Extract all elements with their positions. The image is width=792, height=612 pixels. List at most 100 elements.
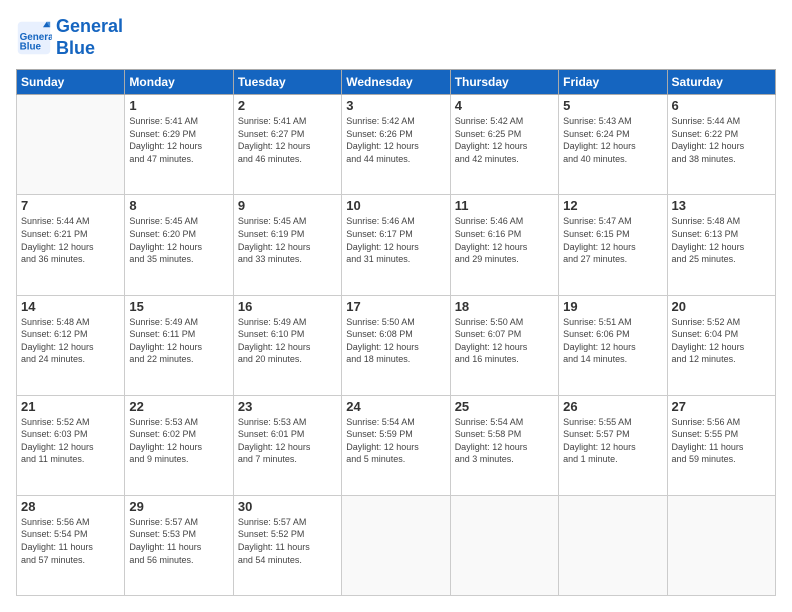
day-info: Sunrise: 5:52 AM Sunset: 6:03 PM Dayligh… xyxy=(21,416,120,466)
day-info: Sunrise: 5:57 AM Sunset: 5:53 PM Dayligh… xyxy=(129,516,228,566)
day-info: Sunrise: 5:48 AM Sunset: 6:12 PM Dayligh… xyxy=(21,316,120,366)
calendar-cell: 23 Sunrise: 5:53 AM Sunset: 6:01 PM Dayli… xyxy=(233,395,341,495)
weekday-header-thursday: Thursday xyxy=(450,70,558,95)
calendar-cell: 19Sunrise: 5:51 AM Sunset: 6:06 PM Dayli… xyxy=(559,295,667,395)
page: General Blue General Blue SundayMondayTu… xyxy=(0,0,792,612)
day-number: 15 xyxy=(129,299,228,314)
calendar-cell: 12 Sunrise: 5:47 AM Sunset: 6:15 PM Dayli… xyxy=(559,195,667,295)
calendar-cell: 14 Sunrise: 5:48 AM Sunset: 6:12 PM Dayli… xyxy=(17,295,125,395)
calendar: SundayMondayTuesdayWednesdayThursdayFrid… xyxy=(16,69,776,596)
day-info: Sunrise: 5:53 AM Sunset: 6:01 PM Dayligh… xyxy=(238,416,337,466)
day-info: Sunrise: 5:42 AM Sunset: 6:25 PM Dayligh… xyxy=(455,115,554,165)
calendar-cell: 30Sunrise: 5:57 AM Sunset: 5:52 PM Dayli… xyxy=(233,495,341,595)
calendar-cell xyxy=(17,95,125,195)
calendar-cell: 22 Sunrise: 5:53 AM Sunset: 6:02 PM Dayli… xyxy=(125,395,233,495)
weekday-header-friday: Friday xyxy=(559,70,667,95)
day-info: Sunrise: 5:49 AM Sunset: 6:10 PM Dayligh… xyxy=(238,316,337,366)
day-number: 2 xyxy=(238,98,337,113)
calendar-cell: 10 Sunrise: 5:46 AM Sunset: 6:17 PM Dayli… xyxy=(342,195,450,295)
day-number: 7 xyxy=(21,198,120,213)
calendar-cell: 13 Sunrise: 5:48 AM Sunset: 6:13 PM Dayli… xyxy=(667,195,775,295)
day-number: 20 xyxy=(672,299,771,314)
week-row-3: 14 Sunrise: 5:48 AM Sunset: 6:12 PM Dayli… xyxy=(17,295,776,395)
weekday-header-tuesday: Tuesday xyxy=(233,70,341,95)
week-row-4: 21Sunrise: 5:52 AM Sunset: 6:03 PM Dayli… xyxy=(17,395,776,495)
day-info: Sunrise: 5:50 AM Sunset: 6:07 PM Dayligh… xyxy=(455,316,554,366)
calendar-cell: 20Sunrise: 5:52 AM Sunset: 6:04 PM Dayli… xyxy=(667,295,775,395)
day-info: Sunrise: 5:42 AM Sunset: 6:26 PM Dayligh… xyxy=(346,115,445,165)
calendar-cell: 18 Sunrise: 5:50 AM Sunset: 6:07 PM Dayli… xyxy=(450,295,558,395)
header: General Blue General Blue xyxy=(16,16,776,59)
day-number: 4 xyxy=(455,98,554,113)
day-number: 5 xyxy=(563,98,662,113)
day-number: 27 xyxy=(672,399,771,414)
day-info: Sunrise: 5:45 AM Sunset: 6:20 PM Dayligh… xyxy=(129,215,228,265)
logo: General Blue General Blue xyxy=(16,16,123,59)
day-number: 8 xyxy=(129,198,228,213)
logo-line1: General xyxy=(56,16,123,38)
day-info: Sunrise: 5:51 AM Sunset: 6:06 PM Dayligh… xyxy=(563,316,662,366)
day-info: Sunrise: 5:55 AM Sunset: 5:57 PM Dayligh… xyxy=(563,416,662,466)
day-number: 11 xyxy=(455,198,554,213)
calendar-cell: 7Sunrise: 5:44 AM Sunset: 6:21 PM Daylig… xyxy=(17,195,125,295)
calendar-cell xyxy=(559,495,667,595)
logo-line2: Blue xyxy=(56,38,123,60)
day-number: 3 xyxy=(346,98,445,113)
day-info: Sunrise: 5:45 AM Sunset: 6:19 PM Dayligh… xyxy=(238,215,337,265)
day-number: 14 xyxy=(21,299,120,314)
day-number: 18 xyxy=(455,299,554,314)
calendar-cell: 24Sunrise: 5:54 AM Sunset: 5:59 PM Dayli… xyxy=(342,395,450,495)
day-number: 6 xyxy=(672,98,771,113)
logo-text: General Blue xyxy=(56,16,123,59)
day-info: Sunrise: 5:54 AM Sunset: 5:58 PM Dayligh… xyxy=(455,416,554,466)
calendar-cell xyxy=(667,495,775,595)
day-info: Sunrise: 5:47 AM Sunset: 6:15 PM Dayligh… xyxy=(563,215,662,265)
calendar-cell: 15 Sunrise: 5:49 AM Sunset: 6:11 PM Dayli… xyxy=(125,295,233,395)
calendar-cell: 16 Sunrise: 5:49 AM Sunset: 6:10 PM Dayli… xyxy=(233,295,341,395)
week-row-2: 7Sunrise: 5:44 AM Sunset: 6:21 PM Daylig… xyxy=(17,195,776,295)
day-number: 17 xyxy=(346,299,445,314)
week-row-1: 1Sunrise: 5:41 AM Sunset: 6:29 PM Daylig… xyxy=(17,95,776,195)
weekday-header-sunday: Sunday xyxy=(17,70,125,95)
calendar-cell: 9Sunrise: 5:45 AM Sunset: 6:19 PM Daylig… xyxy=(233,195,341,295)
day-number: 23 xyxy=(238,399,337,414)
day-info: Sunrise: 5:46 AM Sunset: 6:17 PM Dayligh… xyxy=(346,215,445,265)
day-info: Sunrise: 5:49 AM Sunset: 6:11 PM Dayligh… xyxy=(129,316,228,366)
day-info: Sunrise: 5:48 AM Sunset: 6:13 PM Dayligh… xyxy=(672,215,771,265)
day-info: Sunrise: 5:41 AM Sunset: 6:27 PM Dayligh… xyxy=(238,115,337,165)
calendar-cell: 29 Sunrise: 5:57 AM Sunset: 5:53 PM Dayli… xyxy=(125,495,233,595)
day-number: 29 xyxy=(129,499,228,514)
calendar-cell: 28Sunrise: 5:56 AM Sunset: 5:54 PM Dayli… xyxy=(17,495,125,595)
weekday-header-saturday: Saturday xyxy=(667,70,775,95)
day-number: 10 xyxy=(346,198,445,213)
calendar-cell: 21Sunrise: 5:52 AM Sunset: 6:03 PM Dayli… xyxy=(17,395,125,495)
weekday-header-wednesday: Wednesday xyxy=(342,70,450,95)
day-number: 12 xyxy=(563,198,662,213)
calendar-cell: 6 Sunrise: 5:44 AM Sunset: 6:22 PM Daylig… xyxy=(667,95,775,195)
day-info: Sunrise: 5:53 AM Sunset: 6:02 PM Dayligh… xyxy=(129,416,228,466)
day-number: 30 xyxy=(238,499,337,514)
day-info: Sunrise: 5:44 AM Sunset: 6:22 PM Dayligh… xyxy=(672,115,771,165)
calendar-cell xyxy=(450,495,558,595)
calendar-cell: 17Sunrise: 5:50 AM Sunset: 6:08 PM Dayli… xyxy=(342,295,450,395)
calendar-cell: 2 Sunrise: 5:41 AM Sunset: 6:27 PM Daylig… xyxy=(233,95,341,195)
calendar-cell: 26 Sunrise: 5:55 AM Sunset: 5:57 PM Dayli… xyxy=(559,395,667,495)
day-info: Sunrise: 5:56 AM Sunset: 5:55 PM Dayligh… xyxy=(672,416,771,466)
logo-icon: General Blue xyxy=(16,20,52,56)
day-number: 26 xyxy=(563,399,662,414)
calendar-cell: 4 Sunrise: 5:42 AM Sunset: 6:25 PM Daylig… xyxy=(450,95,558,195)
calendar-cell: 5 Sunrise: 5:43 AM Sunset: 6:24 PM Daylig… xyxy=(559,95,667,195)
day-number: 13 xyxy=(672,198,771,213)
calendar-cell: 8 Sunrise: 5:45 AM Sunset: 6:20 PM Daylig… xyxy=(125,195,233,295)
day-info: Sunrise: 5:43 AM Sunset: 6:24 PM Dayligh… xyxy=(563,115,662,165)
calendar-cell xyxy=(342,495,450,595)
calendar-cell: 3 Sunrise: 5:42 AM Sunset: 6:26 PM Daylig… xyxy=(342,95,450,195)
day-number: 25 xyxy=(455,399,554,414)
day-number: 22 xyxy=(129,399,228,414)
day-number: 28 xyxy=(21,499,120,514)
day-number: 1 xyxy=(129,98,228,113)
weekday-header-row: SundayMondayTuesdayWednesdayThursdayFrid… xyxy=(17,70,776,95)
week-row-5: 28Sunrise: 5:56 AM Sunset: 5:54 PM Dayli… xyxy=(17,495,776,595)
calendar-cell: 25 Sunrise: 5:54 AM Sunset: 5:58 PM Dayli… xyxy=(450,395,558,495)
day-number: 16 xyxy=(238,299,337,314)
